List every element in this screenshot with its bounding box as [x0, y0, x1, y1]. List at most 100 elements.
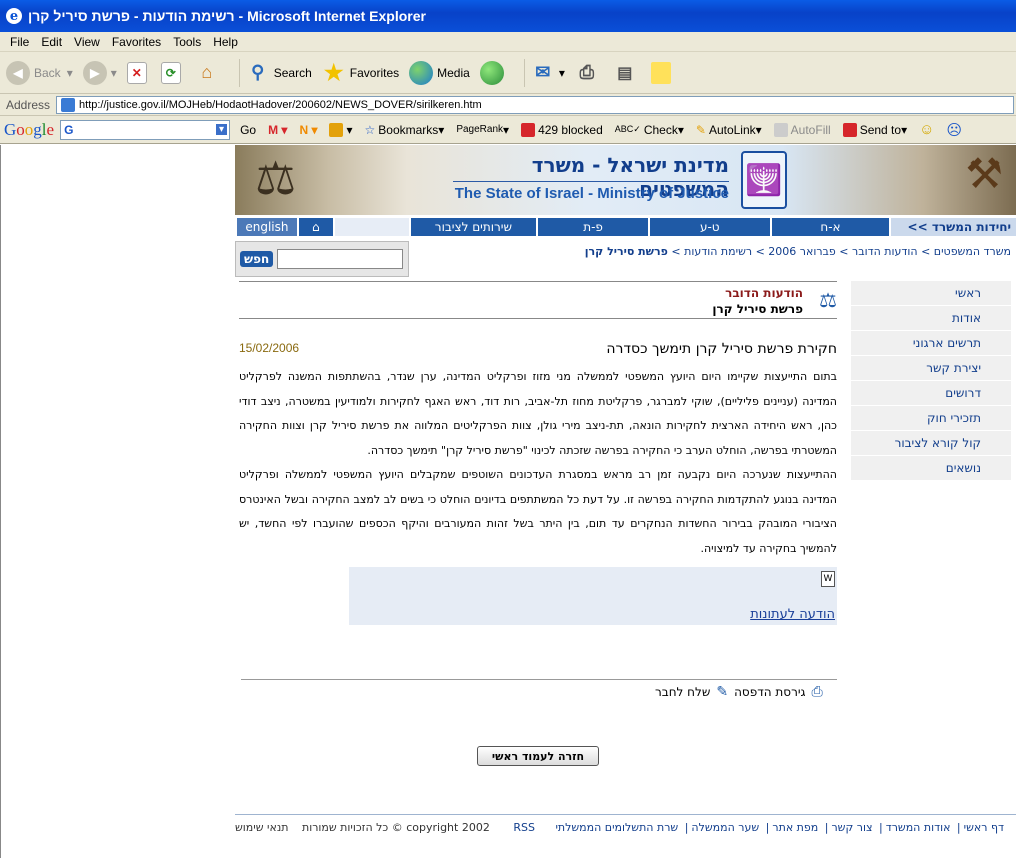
- refresh-icon: ⟳: [160, 61, 181, 84]
- nav-p-t[interactable]: פ-ת: [538, 218, 648, 236]
- gmail-icon[interactable]: M ▾: [268, 123, 287, 137]
- docs-icon[interactable]: ▾: [329, 122, 353, 137]
- bookmarks-button[interactable]: ☆ Bookmarks ▾: [365, 123, 445, 137]
- standard-toolbar: ◀ Back ▾ ▶ ▾ ✕ ⟳ ⌂ ⚲ Search ★ Favorites …: [0, 52, 1016, 94]
- mail-icon: ✉: [535, 62, 551, 82]
- star-icon: ★: [323, 59, 344, 85]
- sidebar-item-public-call[interactable]: קול קורא לציבור: [851, 431, 1011, 456]
- history-icon: [479, 60, 504, 85]
- press-release-link[interactable]: הודעה לעתונות: [750, 607, 835, 622]
- back-dropdown-icon[interactable]: ▾: [67, 66, 73, 80]
- sendto-button[interactable]: Send to ▾: [842, 122, 907, 137]
- news-icon[interactable]: N ▾: [299, 123, 317, 137]
- scales-icon: ⚖: [819, 288, 837, 312]
- search-button[interactable]: ⚲ Search: [246, 61, 312, 85]
- media-globe-icon: [409, 60, 434, 85]
- ie-logo-icon: e: [6, 8, 22, 24]
- send-to-friend-link[interactable]: שלח לחבר: [655, 685, 710, 699]
- breadcrumb: משרד המשפטים > הודעות הדובר > פברואר 200…: [584, 245, 1011, 258]
- print-button[interactable]: ⎙: [575, 61, 603, 85]
- main-content: ⚖ הודעות הדובר פרשת סיריל קרן חקירת פרשת…: [239, 281, 837, 625]
- nav-t-a[interactable]: ט-ע: [649, 218, 770, 236]
- window-title: רשימת הודעות - פרשת סיריל קרן - Microsof…: [28, 8, 426, 24]
- spellcheck-icon: ABC✓: [614, 124, 641, 134]
- spellcheck-button[interactable]: ABC✓ Check ▾: [615, 123, 684, 137]
- google-g-icon: G: [64, 122, 74, 137]
- popup-blocker-icon: [521, 122, 536, 137]
- pagerank-indicator[interactable]: PageRank ▾: [456, 123, 509, 137]
- footer-terms-link[interactable]: תנאי שימוש: [235, 821, 298, 834]
- history-button[interactable]: [479, 60, 508, 85]
- google-go-button[interactable]: Go: [240, 123, 256, 137]
- footer-link[interactable]: דף ראשי: [961, 821, 1007, 834]
- main-nav: יחידות המשרד >> א-ח ט-ע פ-ת שירותים לציב…: [235, 218, 1016, 236]
- autolink-button[interactable]: ✎ AutoLink ▾: [696, 123, 762, 137]
- menu-tools[interactable]: Tools: [167, 35, 207, 49]
- section-title: הודעות הדובר: [725, 286, 803, 300]
- mail-dropdown-icon[interactable]: ▾: [559, 66, 565, 80]
- site-search-button[interactable]: חפש: [240, 251, 274, 267]
- footer-link[interactable]: אודות המשרד: [883, 821, 954, 834]
- send-pencil-icon[interactable]: ✎: [716, 684, 728, 700]
- breadcrumb-item[interactable]: הודעות הדובר: [852, 245, 918, 258]
- menu-file[interactable]: File: [4, 35, 35, 49]
- google-search-input[interactable]: G ▾: [60, 119, 231, 140]
- print-icon[interactable]: ⎙: [812, 684, 823, 700]
- nav-a-h[interactable]: א-ח: [771, 218, 890, 236]
- back-to-home-button[interactable]: חזרה לעמוד ראשי: [477, 746, 599, 766]
- banner-english-title: The State of Israel - Ministry of Justic…: [454, 185, 729, 202]
- mail-button[interactable]: ✉ ▾: [531, 61, 565, 85]
- back-button[interactable]: ◀ Back ▾: [6, 60, 73, 85]
- footer-rss-link[interactable]: RSS: [510, 821, 549, 834]
- gavel-icon: ⚒: [965, 149, 1003, 198]
- footer-link[interactable]: שער הממשלה: [688, 821, 762, 834]
- breadcrumb-item[interactable]: רשימת הודעות: [684, 245, 752, 258]
- site-search-input[interactable]: [277, 249, 404, 269]
- sidebar-item-contact[interactable]: יצירת קשר: [851, 356, 1011, 381]
- messenger-button[interactable]: [650, 61, 675, 84]
- print-version-link[interactable]: גירסת הדפסה: [734, 685, 805, 699]
- sidebar-item-bill-memos[interactable]: תזכירי חוק: [851, 406, 1011, 431]
- breadcrumb-item[interactable]: משרד המשפטים: [934, 245, 1011, 258]
- nav-units[interactable]: יחידות המשרד >>: [891, 218, 1016, 236]
- site-footer: דף ראשי| אודות המשרד| צור קשר| מפת אתר| …: [235, 821, 1007, 834]
- frown-icon[interactable]: ☹: [946, 121, 962, 139]
- word-document-icon[interactable]: W: [821, 571, 835, 587]
- media-button[interactable]: Media: [409, 60, 470, 85]
- footer-link[interactable]: צור קשר: [828, 821, 875, 834]
- autofill-button[interactable]: AutoFill: [773, 122, 831, 137]
- footer-link[interactable]: מפת אתר: [769, 821, 821, 834]
- state-emblem-icon: 🕎: [741, 151, 787, 209]
- menu-bar: File Edit View Favorites Tools Help: [0, 32, 1016, 52]
- article-paragraph: בתום התייעצות שקיימו היום היועץ המשפטי ל…: [239, 370, 837, 457]
- menu-edit[interactable]: Edit: [35, 35, 68, 49]
- refresh-button[interactable]: ⟳: [160, 61, 185, 84]
- nav-home-button[interactable]: ⌂: [298, 218, 333, 236]
- content-header: ⚖ הודעות הדובר פרשת סיריל קרן: [239, 281, 837, 319]
- popup-blocker-button[interactable]: 429 blocked: [521, 122, 603, 137]
- breadcrumb-item[interactable]: פברואר 2006: [768, 245, 836, 258]
- menu-view[interactable]: View: [68, 35, 106, 49]
- forward-button[interactable]: ▶ ▾: [82, 60, 117, 85]
- favorites-button[interactable]: ★ Favorites: [322, 59, 399, 85]
- edit-button[interactable]: ▤: [613, 61, 641, 85]
- stop-button[interactable]: ✕: [126, 61, 151, 84]
- sidebar-item-org-chart[interactable]: תרשים ארגוני: [851, 331, 1011, 356]
- forward-arrow-icon: ▶: [82, 60, 107, 85]
- footer-copyright: copyright 2002 © כל הזכויות שמורות תנאי …: [235, 821, 490, 834]
- menu-favorites[interactable]: Favorites: [106, 35, 167, 49]
- google-logo: Google: [4, 119, 55, 139]
- sidebar-item-jobs[interactable]: דרושים: [851, 381, 1011, 406]
- footer-link[interactable]: שרת התשלומים הממשלתי: [552, 821, 681, 834]
- sidebar-item-about[interactable]: אודות: [851, 306, 1011, 331]
- smiley-icon[interactable]: ☺: [919, 121, 934, 138]
- sidebar-item-topics[interactable]: נושאים: [851, 456, 1011, 481]
- google-search-dropdown-icon[interactable]: ▾: [216, 124, 228, 135]
- forward-dropdown-icon[interactable]: ▾: [111, 66, 117, 80]
- home-button[interactable]: ⌂: [195, 61, 223, 85]
- nav-english[interactable]: english: [236, 218, 297, 236]
- nav-public-services[interactable]: שירותים לציבור: [410, 218, 537, 236]
- menu-help[interactable]: Help: [207, 35, 244, 49]
- sidebar-item-home[interactable]: ראשי: [851, 281, 1011, 306]
- address-input[interactable]: http://justice.gov.il/MOJHeb/HodaotHadov…: [56, 95, 1014, 114]
